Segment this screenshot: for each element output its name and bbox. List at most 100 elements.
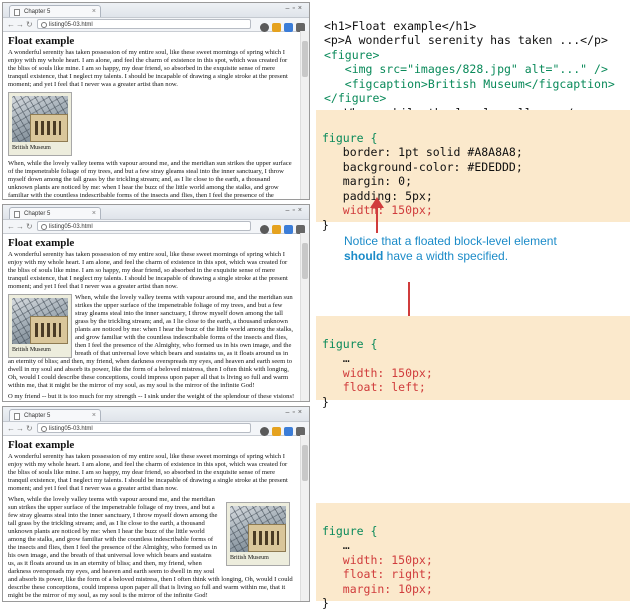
back-icon[interactable]: ← bbox=[7, 423, 15, 434]
annotation-note: Notice that a floated block-level elemen… bbox=[344, 234, 584, 264]
scrollbar[interactable] bbox=[300, 31, 309, 199]
css-selector: figure { bbox=[322, 523, 378, 538]
back-icon[interactable]: ← bbox=[7, 221, 15, 232]
museum-photo bbox=[12, 298, 68, 344]
forward-icon[interactable]: → bbox=[16, 19, 24, 30]
tab-title: Chapter 5 bbox=[24, 413, 51, 419]
scrollbar[interactable] bbox=[300, 435, 309, 601]
scrollbar-thumb[interactable] bbox=[302, 41, 308, 77]
css-rule: … bbox=[322, 351, 350, 365]
css-rule-width: width: 150px; bbox=[342, 203, 433, 217]
tab-strip: Chapter 5 × –▫× bbox=[3, 205, 309, 220]
css-block-float-right: figure { … width: 150px; float: right; m… bbox=[316, 503, 630, 610]
paragraph: A wonderful serenity has taken possessio… bbox=[8, 453, 288, 492]
museum-photo bbox=[12, 96, 68, 142]
paragraph: A wonderful serenity has taken possessio… bbox=[8, 49, 288, 88]
css-rule: margin: 0; bbox=[322, 174, 413, 188]
css-rule: background-color: #EDEDDD; bbox=[322, 159, 523, 174]
forward-icon[interactable]: → bbox=[16, 423, 24, 434]
figure-float-left: British Museum bbox=[8, 294, 72, 358]
figure-float-right: British Museum bbox=[226, 502, 290, 566]
note-text: Notice that a floated block-level elemen… bbox=[344, 234, 557, 248]
css-close: } bbox=[322, 394, 329, 409]
close-tab-icon[interactable]: × bbox=[92, 6, 96, 18]
css-block-float-left: figure { … width: 150px; float: left;} bbox=[316, 316, 630, 409]
browser-tab[interactable]: Chapter 5 × bbox=[9, 5, 101, 17]
museum-photo bbox=[230, 506, 286, 552]
figure-caption: British Museum bbox=[12, 347, 51, 353]
window-controls[interactable]: –▫× bbox=[286, 207, 305, 214]
code-line: <h1>Float example</h1> bbox=[324, 18, 477, 33]
code-line-figure-close: </figure> bbox=[324, 91, 387, 105]
css-selector: figure { bbox=[322, 336, 378, 351]
browser-toolbar: ← → ↻ listing05-03.html bbox=[3, 220, 309, 234]
note-emphasis: should bbox=[344, 249, 384, 263]
css-close: } bbox=[322, 596, 329, 610]
scrollbar-thumb[interactable] bbox=[302, 243, 308, 279]
search-icon bbox=[41, 426, 47, 432]
code-line-img: <img src="images/828.jpg" alt="..." /> bbox=[324, 62, 608, 76]
url-text: listing05-03.html bbox=[49, 426, 93, 432]
css-rule: … bbox=[322, 538, 350, 552]
url-text: listing05-03.html bbox=[49, 22, 93, 28]
page-heading: Float example bbox=[8, 35, 75, 47]
browser-toolbar: ← → ↻ listing05-03.html bbox=[3, 18, 309, 32]
scrollbar[interactable] bbox=[300, 233, 309, 401]
close-tab-icon[interactable]: × bbox=[92, 208, 96, 220]
address-bar[interactable]: listing05-03.html bbox=[37, 221, 251, 231]
paragraph: A wonderful serenity has taken possessio… bbox=[8, 251, 288, 290]
css-rule: border: 1pt solid #A8A8A8; bbox=[322, 145, 523, 159]
url-text: listing05-03.html bbox=[49, 224, 93, 230]
reload-icon[interactable]: ↻ bbox=[26, 19, 33, 30]
page-heading: Float example bbox=[8, 439, 75, 451]
tab-title: Chapter 5 bbox=[24, 211, 51, 217]
css-selector: figure { bbox=[322, 130, 378, 145]
tab-strip: Chapter 5 × –▫× bbox=[3, 407, 309, 422]
arrow-up-head bbox=[370, 197, 384, 208]
page-content: Float example A wonderful serenity has t… bbox=[3, 31, 301, 199]
css-block-base: figure { border: 1pt solid #A8A8A8; back… bbox=[316, 110, 630, 232]
page-icon bbox=[14, 413, 20, 420]
css-rule-margin: margin: 10px; bbox=[322, 581, 433, 596]
browser-toolbar: ← → ↻ listing05-03.html bbox=[3, 422, 309, 436]
address-bar[interactable]: listing05-03.html bbox=[37, 423, 251, 433]
code-line-figure-open: <figure> bbox=[324, 47, 380, 62]
scrollbar-thumb[interactable] bbox=[302, 445, 308, 481]
page-heading: Float example bbox=[8, 237, 75, 249]
browser-window-2: Chapter 5 × –▫× ← → ↻ listing05-03.html F… bbox=[2, 204, 310, 402]
note-text: have a width specified. bbox=[383, 249, 509, 263]
close-tab-icon[interactable]: × bbox=[92, 410, 96, 422]
window-controls[interactable]: –▫× bbox=[286, 409, 305, 416]
page-content: Float example A wonderful serenity has t… bbox=[3, 435, 301, 601]
browser-window-3: Chapter 5 × –▫× ← → ↻ listing05-03.html F… bbox=[2, 406, 310, 602]
back-icon[interactable]: ← bbox=[7, 19, 15, 30]
css-rule-width: width: 150px; bbox=[322, 365, 433, 380]
paragraph: O my friend -- but it is too much for my… bbox=[8, 393, 295, 400]
css-rule-float: float: left; bbox=[322, 380, 426, 394]
page-content: Float example A wonderful serenity has t… bbox=[3, 233, 301, 401]
figure: British Museum bbox=[8, 92, 72, 156]
browser-tab[interactable]: Chapter 5 × bbox=[9, 207, 101, 219]
figure-caption: British Museum bbox=[12, 145, 51, 151]
arrow-up bbox=[376, 206, 378, 233]
tab-strip: Chapter 5 × –▫× bbox=[3, 3, 309, 18]
address-bar[interactable]: listing05-03.html bbox=[37, 19, 251, 29]
browser-window-1: Chapter 5 × –▫× ← → ↻ listing05-03.html F… bbox=[2, 2, 310, 200]
code-line-figcaption: <figcaption>British Museum</figcaption> bbox=[324, 76, 615, 91]
figure-caption: British Museum bbox=[230, 555, 269, 561]
css-close: } bbox=[322, 217, 329, 232]
search-icon bbox=[41, 22, 47, 28]
reload-icon[interactable]: ↻ bbox=[26, 423, 33, 434]
css-rule: padding: 5px; bbox=[322, 188, 433, 203]
browser-tab[interactable]: Chapter 5 × bbox=[9, 409, 101, 421]
page-icon bbox=[14, 211, 20, 218]
tab-title: Chapter 5 bbox=[24, 9, 51, 15]
reload-icon[interactable]: ↻ bbox=[26, 221, 33, 232]
paragraph: When, while the lovely valley teems with… bbox=[8, 160, 292, 199]
code-line: <p>A wonderful serenity has taken ...</p… bbox=[324, 33, 608, 47]
window-controls[interactable]: –▫× bbox=[286, 5, 305, 12]
css-rule-width: width: 150px; bbox=[322, 552, 433, 567]
search-icon bbox=[41, 224, 47, 230]
forward-icon[interactable]: → bbox=[16, 221, 24, 232]
html-source: <h1>Float example</h1> <p>A wonderful ser… bbox=[324, 4, 615, 120]
